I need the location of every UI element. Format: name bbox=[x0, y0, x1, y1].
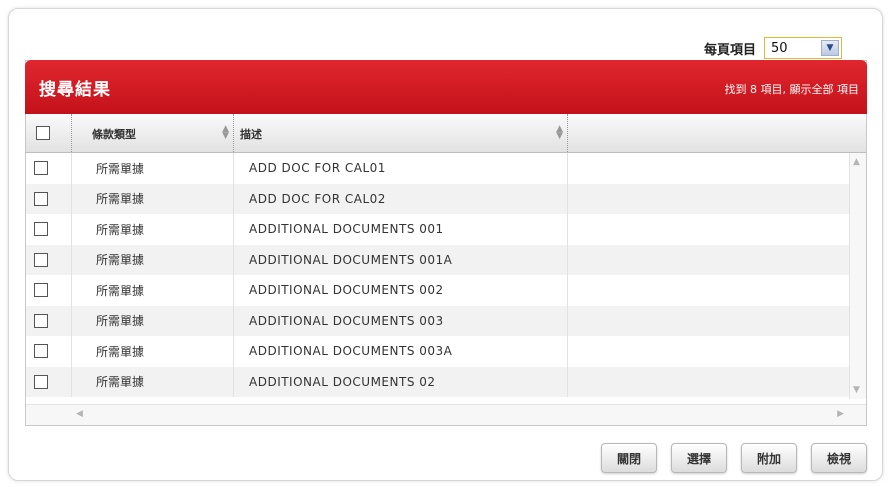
add-button[interactable]: 附加 bbox=[741, 443, 797, 473]
scroll-left-icon[interactable]: ◀ bbox=[76, 409, 83, 419]
row-type: 所需單據 bbox=[72, 305, 234, 336]
sort-icon[interactable]: ▲ ▼ bbox=[222, 125, 229, 141]
select-button[interactable]: 選擇 bbox=[671, 443, 727, 473]
row-checkbox[interactable] bbox=[33, 222, 48, 237]
table-row[interactable]: 所需單據 ADDITIONAL DOCUMENTS 001 bbox=[26, 214, 850, 245]
row-checkbox[interactable] bbox=[33, 191, 48, 206]
row-type: 所需單據 bbox=[72, 183, 234, 214]
row-type: 所需單據 bbox=[72, 214, 234, 245]
column-header-type-label: 條款類型 bbox=[92, 128, 136, 141]
row-type: 所需單據 bbox=[72, 336, 234, 367]
row-description: ADD DOC FOR CAL01 bbox=[234, 153, 568, 184]
row-type: 所需單據 bbox=[72, 153, 234, 184]
table-row[interactable]: 所需單據 ADDITIONAL DOCUMENTS 003A bbox=[26, 336, 850, 367]
action-bar: 關閉 選擇 附加 檢視 bbox=[601, 443, 867, 473]
row-description: ADDITIONAL DOCUMENTS 02 bbox=[234, 366, 568, 397]
results-title: 搜尋結果 bbox=[39, 80, 111, 100]
items-per-page-value: 50 bbox=[771, 40, 788, 56]
row-checkbox[interactable] bbox=[33, 161, 48, 176]
row-description: ADDITIONAL DOCUMENTS 003 bbox=[234, 305, 568, 336]
table-header: 條款類型 ▲ ▼ 描述 ▲ ▼ bbox=[26, 114, 866, 153]
column-header-description-label: 描述 bbox=[240, 128, 262, 141]
scroll-up-icon[interactable]: ▲ bbox=[853, 157, 860, 167]
column-header-description[interactable]: 描述 ▲ ▼ bbox=[234, 114, 568, 152]
row-description: ADDITIONAL DOCUMENTS 001A bbox=[234, 244, 568, 275]
results-count: 找到 8 項目, 顯示全部 項目 bbox=[724, 83, 859, 96]
column-header-type[interactable]: 條款類型 ▲ ▼ bbox=[72, 114, 234, 152]
scroll-right-icon[interactable]: ▶ bbox=[837, 409, 844, 419]
row-type: 所需單據 bbox=[72, 366, 234, 397]
items-per-page: 每頁項目 50 ▼ bbox=[704, 37, 842, 59]
chevron-down-icon[interactable]: ▼ bbox=[821, 40, 839, 56]
row-description: ADD DOC FOR CAL02 bbox=[234, 183, 568, 214]
table-row[interactable]: 所需單據 ADDITIONAL DOCUMENTS 003 bbox=[26, 305, 850, 336]
results-header: 搜尋結果 找到 8 項目, 顯示全部 項目 bbox=[25, 60, 867, 114]
select-all-checkbox[interactable] bbox=[36, 126, 50, 140]
horizontal-scrollbar[interactable]: ◀ ▶ bbox=[26, 404, 866, 425]
table-row[interactable]: 所需單據 ADDITIONAL DOCUMENTS 001A bbox=[26, 244, 850, 275]
column-header-empty bbox=[568, 114, 866, 152]
items-per-page-label: 每頁項目 bbox=[703, 42, 756, 58]
search-results: 搜尋結果 找到 8 項目, 顯示全部 項目 條款類型 ▲ ▼ 描述 ▲ ▼ 所需單據… bbox=[25, 60, 867, 426]
row-description: ADDITIONAL DOCUMENTS 003A bbox=[234, 336, 568, 367]
close-button[interactable]: 關閉 bbox=[601, 443, 657, 473]
row-description: ADDITIONAL DOCUMENTS 002 bbox=[234, 275, 568, 306]
table-row[interactable]: 所需單據 ADDITIONAL DOCUMENTS 002 bbox=[26, 275, 850, 306]
view-button[interactable]: 檢視 bbox=[811, 443, 867, 473]
row-description: ADDITIONAL DOCUMENTS 001 bbox=[234, 214, 568, 245]
row-type: 所需單據 bbox=[72, 275, 234, 306]
row-type: 所需單據 bbox=[72, 244, 234, 275]
scroll-down-icon[interactable]: ▼ bbox=[853, 385, 860, 395]
table-row[interactable]: 所需單據 ADD DOC FOR CAL02 bbox=[26, 183, 850, 214]
sort-icon[interactable]: ▲ ▼ bbox=[556, 125, 563, 141]
items-per-page-select[interactable]: 50 ▼ bbox=[764, 37, 842, 59]
vertical-scrollbar[interactable]: ▲ ▼ bbox=[849, 153, 866, 399]
table-body: 所需單據 ADD DOC FOR CAL01 所需單據 ADD DOC FOR … bbox=[26, 153, 850, 397]
table-row[interactable]: 所需單據 ADD DOC FOR CAL01 bbox=[26, 153, 850, 184]
row-checkbox[interactable] bbox=[33, 374, 48, 389]
select-all-column bbox=[26, 114, 72, 152]
table-row[interactable]: 所需單據 ADDITIONAL DOCUMENTS 02 bbox=[26, 366, 850, 397]
row-checkbox[interactable] bbox=[33, 313, 48, 328]
row-checkbox[interactable] bbox=[33, 283, 48, 298]
row-checkbox[interactable] bbox=[33, 344, 48, 359]
row-checkbox[interactable] bbox=[33, 252, 48, 267]
